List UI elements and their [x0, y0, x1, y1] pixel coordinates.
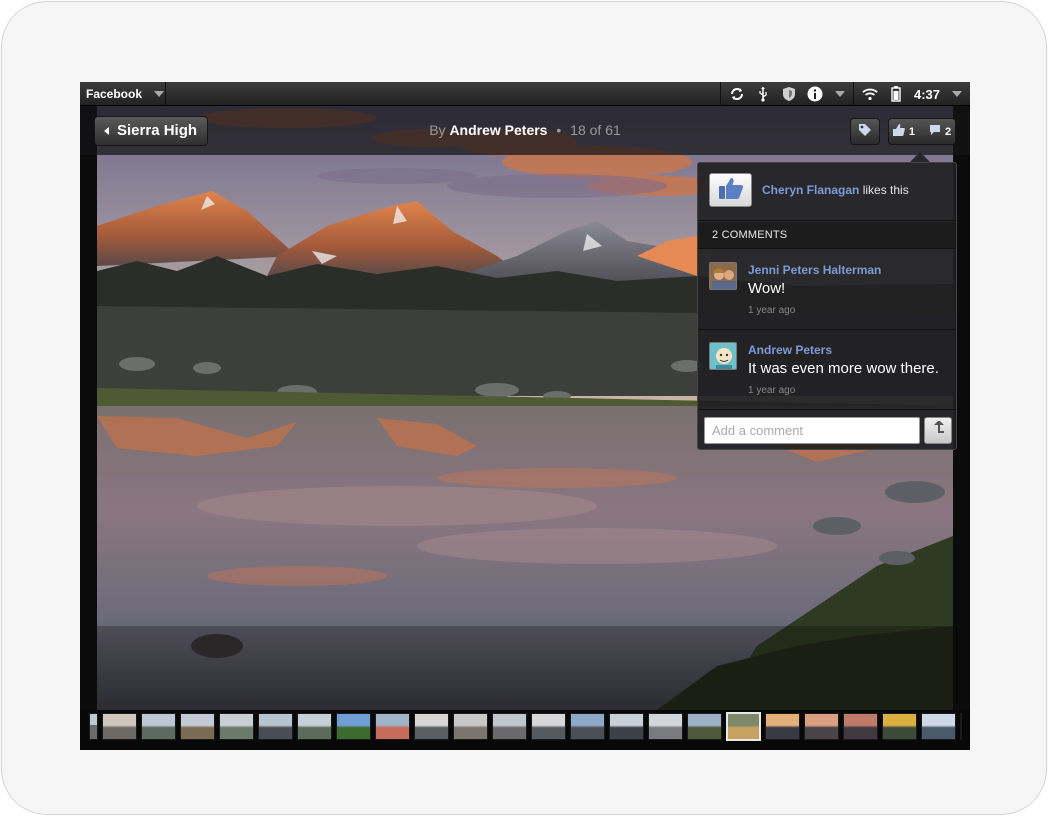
filmstrip-thumb[interactable]: [414, 713, 449, 740]
filmstrip-thumb[interactable]: [336, 713, 371, 740]
back-arrow-icon: [104, 127, 109, 135]
filmstrip-thumb[interactable]: [960, 713, 962, 740]
filmstrip-thumb[interactable]: [570, 713, 605, 740]
comment-author[interactable]: Andrew Peters: [748, 343, 832, 357]
clock: 4:37: [913, 86, 940, 102]
filmstrip-thumb[interactable]: [648, 713, 683, 740]
liker-name[interactable]: Cheryn Flanagan: [762, 183, 859, 197]
thumbs-up-icon: [718, 176, 744, 205]
filmstrip-thumb[interactable]: [219, 713, 254, 740]
filmstrip-thumb[interactable]: [882, 713, 917, 740]
comments-header: 2 COMMENTS: [698, 222, 956, 249]
comment-item: Andrew Peters It was even more wow there…: [698, 330, 956, 410]
filmstrip-thumb[interactable]: [375, 713, 410, 740]
send-comment-button[interactable]: [924, 417, 952, 444]
likes-summary: Cheryn Flanagan likes this: [762, 183, 909, 197]
comment-input[interactable]: [704, 417, 920, 444]
shield-icon: [781, 86, 797, 102]
likes-comments-button[interactable]: 1 2: [888, 118, 956, 145]
comment-text: Wow!: [748, 280, 786, 297]
album-title: Sierra High: [117, 122, 198, 139]
device-frame: Facebook 4:37 By Andrew Peters • 18 of 6…: [1, 1, 1047, 815]
by-prefix: By: [429, 122, 446, 138]
like-button[interactable]: [709, 173, 752, 207]
usb-icon: [755, 86, 771, 102]
chevron-down-icon: [834, 91, 845, 97]
tag-icon: [858, 123, 872, 140]
system-icons: 4:37: [719, 82, 970, 106]
filmstrip-thumb[interactable]: [492, 713, 527, 740]
chevron-down-icon: [952, 91, 962, 97]
screen: Facebook 4:37 By Andrew Peters • 18 of 6…: [80, 82, 970, 750]
photo-position: 18 of 61: [570, 122, 621, 138]
filmstrip-thumb[interactable]: [141, 713, 176, 740]
device-status[interactable]: 4:37: [852, 82, 970, 106]
filmstrip-thumb[interactable]: [531, 713, 566, 740]
comment-time: 1 year ago: [748, 305, 796, 316]
comment-item: Jenni Peters Halterman Wow! 1 year ago: [698, 250, 956, 330]
comments-count: 2: [945, 125, 952, 138]
popup-arrow: [910, 152, 930, 162]
author-name[interactable]: Andrew Peters: [449, 122, 547, 138]
likes-count: 1: [908, 125, 915, 138]
filmstrip-thumb[interactable]: [609, 713, 644, 740]
sync-icon: [729, 86, 745, 102]
comment-icon: [929, 124, 941, 139]
comment-time: 1 year ago: [748, 385, 796, 396]
chevron-down-icon: [154, 91, 165, 97]
filmstrip-thumb[interactable]: [89, 713, 98, 740]
send-icon: [930, 420, 946, 440]
avatar[interactable]: [709, 342, 737, 370]
app-name: Facebook: [86, 87, 143, 101]
separator-dot: •: [556, 122, 562, 138]
filmstrip-thumb[interactable]: [297, 713, 332, 740]
app-menu[interactable]: Facebook: [80, 82, 166, 106]
info-icon: [807, 86, 823, 102]
thumbs-up-icon: [892, 124, 905, 139]
photo-title: By Andrew Peters • 18 of 61: [80, 106, 970, 155]
avatar[interactable]: [709, 262, 737, 290]
status-bar: Facebook 4:37: [80, 82, 970, 106]
filmstrip-thumb[interactable]: [258, 713, 293, 740]
comments-popup: Cheryn Flanagan likes this 2 COMMENTS Je…: [697, 162, 957, 450]
comment-text: It was even more wow there.: [748, 360, 939, 377]
filmstrip-thumb[interactable]: [687, 713, 722, 740]
comment-author[interactable]: Jenni Peters Halterman: [748, 263, 881, 277]
filmstrip-thumb[interactable]: [921, 713, 956, 740]
photo-filmstrip: [80, 710, 970, 750]
filmstrip-thumb[interactable]: [804, 713, 839, 740]
filmstrip-thumb[interactable]: [102, 713, 137, 740]
filmstrip-thumb-selected[interactable]: [726, 712, 761, 741]
battery-icon: [888, 86, 904, 102]
back-button[interactable]: Sierra High: [94, 116, 209, 146]
filmstrip-thumb[interactable]: [180, 713, 215, 740]
filmstrip-thumb[interactable]: [765, 713, 800, 740]
like-row: Cheryn Flanagan likes this: [698, 163, 956, 221]
photo-header: By Andrew Peters • 18 of 61 Sierra High …: [80, 106, 970, 155]
likes-suffix: likes this: [862, 183, 909, 197]
wifi-icon: [862, 86, 878, 102]
filmstrip-thumb[interactable]: [843, 713, 878, 740]
filmstrip-thumb[interactable]: [453, 713, 488, 740]
tag-button[interactable]: [850, 118, 880, 145]
system-indicators[interactable]: [719, 82, 853, 106]
comment-input-row: [698, 409, 956, 450]
